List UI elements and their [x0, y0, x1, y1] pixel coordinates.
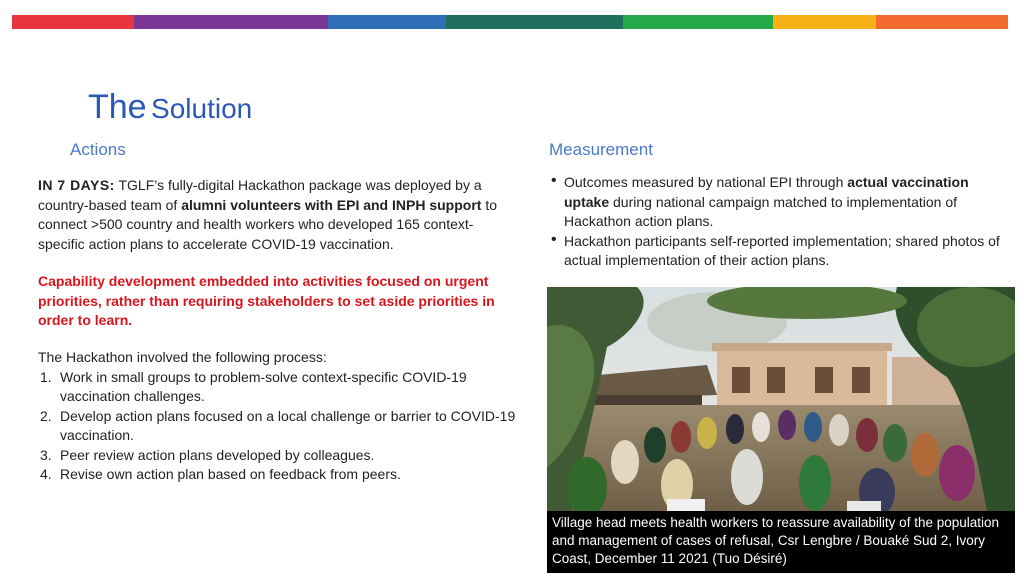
measurement-text-2: during national campaign matched to impl…	[564, 193, 957, 230]
photo-caption: Village head meets health workers to rea…	[547, 511, 1015, 573]
actions-heading: Actions	[70, 140, 126, 159]
stripe-segment-green	[623, 15, 773, 29]
step-text: Work in small groups to problem-solve co…	[60, 368, 467, 405]
slide-title: The Solution	[88, 88, 252, 127]
step-number: 3.	[40, 446, 52, 463]
title-word-solution: Solution	[151, 93, 253, 124]
intro-paragraph: IN 7 DAYS: TGLF’s fully-digital Hackatho…	[38, 176, 516, 254]
step-number: 4.	[40, 466, 52, 482]
stripe-segment-orange	[876, 15, 1008, 29]
list-item: 3. Peer review action plans developed by …	[38, 446, 518, 466]
list-item: 2. Develop action plans focused on a loca…	[38, 407, 518, 446]
stripe-segment-dark-green	[446, 15, 623, 29]
step-text: Develop action plans focused on a local …	[60, 407, 516, 444]
stripe-segment-blue	[328, 15, 446, 29]
title-word-the: The	[88, 88, 147, 126]
capability-statement: Capability development embedded into act…	[38, 273, 495, 328]
color-stripe-banner	[12, 15, 1008, 29]
intro-lead: IN 7 DAYS:	[38, 177, 115, 193]
list-item: Hackathon participants self-reported imp…	[550, 230, 1010, 271]
stripe-segment-purple	[134, 15, 328, 29]
process-intro: The Hackathon involved the following pro…	[38, 349, 327, 365]
measurement-text-3: Hackathon participants self-reported imp…	[564, 232, 1000, 269]
list-item: 1. Work in small groups to problem-solve …	[38, 368, 518, 407]
step-number: 1.	[40, 368, 52, 385]
process-steps-list: 1. Work in small groups to problem-solve …	[38, 368, 518, 485]
list-item: Outcomes measured by national EPI throug…	[550, 171, 1010, 232]
step-text: Peer review action plans developed by co…	[60, 446, 375, 463]
village-meeting-photo	[547, 287, 1015, 511]
measurement-list: Outcomes measured by national EPI throug…	[550, 171, 1010, 271]
list-item: 4. Revise own action plan based on feedba…	[38, 465, 518, 485]
step-text: Revise own action plan based on feedback…	[60, 466, 401, 482]
intro-bold: alumni volunteers with EPI and INPH supp…	[181, 196, 482, 213]
photo-illustration	[547, 287, 1015, 511]
stripe-segment-red	[12, 15, 134, 29]
step-number: 2.	[40, 407, 52, 424]
measurement-heading: Measurement	[549, 140, 653, 159]
measurement-text-1: Outcomes measured by national EPI throug…	[564, 174, 848, 190]
stripe-segment-yellow	[773, 15, 876, 29]
process-section: The Hackathon involved the following pro…	[38, 348, 518, 485]
